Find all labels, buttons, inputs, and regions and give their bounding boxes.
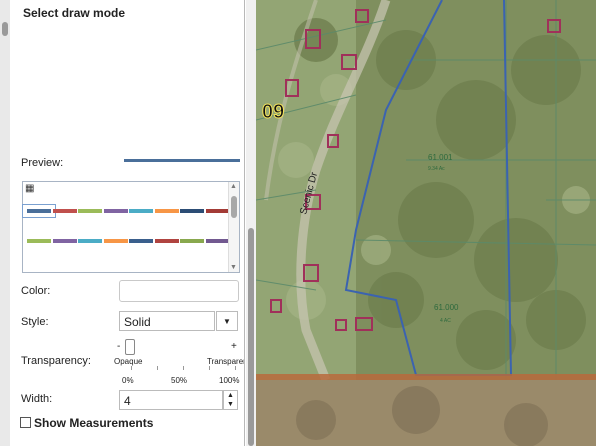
- outer-scrollbar-thumb[interactable]: [2, 22, 8, 36]
- map-label-parcel: 61.001: [428, 153, 453, 162]
- width-input[interactable]: 4: [119, 390, 223, 410]
- color-swatch[interactable]: [154, 209, 179, 213]
- slider-left-label: Opaque: [114, 357, 143, 366]
- color-swatch[interactable]: [78, 209, 102, 213]
- color-swatch[interactable]: [129, 209, 153, 213]
- slider-plus[interactable]: +: [231, 341, 237, 352]
- map-label-acreage: 4 AC: [440, 318, 451, 324]
- show-measurements-label: Show Measurements: [34, 416, 154, 430]
- slider-tick: [183, 366, 184, 370]
- slider-tick-label: 100%: [219, 376, 240, 385]
- transparency-slider-handle[interactable]: [125, 339, 135, 355]
- scroll-down-icon[interactable]: ▼: [230, 264, 237, 271]
- color-swatch[interactable]: [205, 239, 230, 243]
- transparency-label: Transparency:: [21, 355, 91, 367]
- width-stepper[interactable]: ▲ ▼: [223, 390, 238, 410]
- chevron-up-icon[interactable]: ▲: [227, 392, 234, 399]
- map-label-parcel: 09: [262, 101, 284, 123]
- show-measurements-checkbox[interactable]: Show Measurements: [20, 416, 153, 430]
- chevron-down-icon: ▼: [223, 317, 231, 326]
- color-label: Color:: [21, 285, 51, 297]
- panel-scrollbar[interactable]: [246, 0, 256, 446]
- color-swatch[interactable]: [27, 239, 51, 243]
- panel-scrollbar-thumb[interactable]: [248, 228, 254, 446]
- slider-tick: [157, 366, 158, 370]
- color-swatch[interactable]: [78, 239, 102, 243]
- map-label-parcel: 61.000: [434, 303, 459, 312]
- slider-tick: [131, 366, 132, 370]
- style-label: Style:: [21, 316, 49, 328]
- slider-tick-label: 50%: [171, 376, 188, 385]
- palette-scrollbar[interactable]: ▲ ▼: [228, 182, 239, 272]
- width-label: Width:: [21, 393, 53, 405]
- color-swatch[interactable]: [52, 239, 77, 243]
- scroll-up-icon[interactable]: ▲: [230, 183, 237, 190]
- slider-tick: [209, 366, 210, 370]
- color-swatch[interactable]: [180, 239, 204, 243]
- slider-right-label: Transparent: [207, 357, 244, 366]
- style-dropdown-button[interactable]: ▼: [216, 311, 238, 331]
- color-palette[interactable]: ▦ ▲ ▼: [22, 181, 240, 273]
- map-view[interactable]: 09 Scenic Dr 61.001 61.000 4 AC 9.34 Ac: [256, 0, 596, 446]
- color-swatch[interactable]: [205, 209, 230, 213]
- chevron-down-icon[interactable]: ▼: [227, 401, 234, 408]
- color-swatch[interactable]: [129, 239, 153, 243]
- map-label-acreage: 9.34 Ac: [428, 166, 445, 172]
- slider-minus[interactable]: -: [117, 341, 120, 352]
- style-select[interactable]: Solid: [119, 311, 215, 331]
- preview-line: [124, 159, 240, 162]
- color-swatch[interactable]: [180, 209, 204, 213]
- draw-mode-panel: Select draw mode Preview: ▦ ▲ ▼ Color: S…: [10, 0, 245, 446]
- grid-icon: ▦: [25, 183, 35, 194]
- preview-label: Preview:: [21, 157, 64, 169]
- aerial-map: 09 Scenic Dr 61.001 61.000 4 AC 9.34 Ac: [256, 0, 596, 446]
- color-swatch[interactable]: [103, 209, 128, 213]
- slider-tick: [235, 366, 236, 370]
- slider-tick-label: 0%: [122, 376, 134, 385]
- color-swatch[interactable]: [52, 209, 77, 213]
- panel-title: Select draw mode: [23, 6, 126, 20]
- checkbox-box[interactable]: [20, 417, 31, 428]
- palette-scroll-thumb[interactable]: [231, 196, 237, 218]
- color-picker[interactable]: [119, 280, 239, 302]
- color-swatch[interactable]: [22, 204, 56, 218]
- color-swatch[interactable]: [154, 239, 179, 243]
- color-swatch[interactable]: [103, 239, 128, 243]
